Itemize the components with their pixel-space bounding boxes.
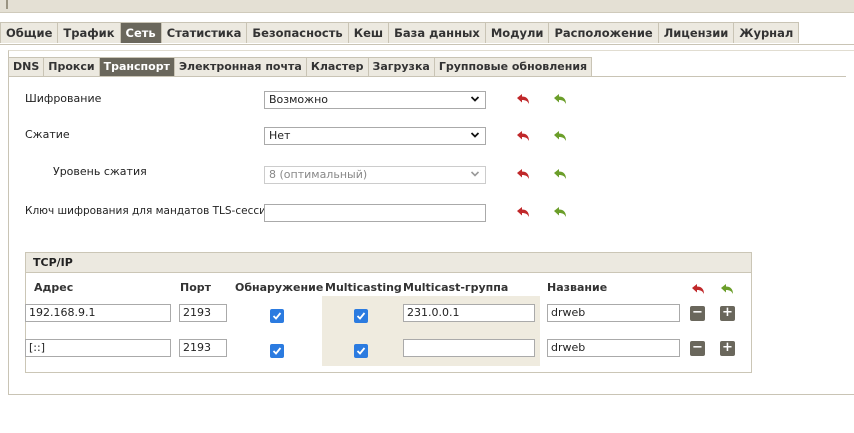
encryption-value: Возможно — [269, 93, 328, 106]
discovery-checkbox[interactable] — [270, 344, 284, 358]
sub-tab-bar: DNS Прокси Транспорт Электронная почта К… — [8, 57, 846, 77]
tab-statistics[interactable]: Статистика — [160, 22, 248, 43]
add-row-button[interactable]: + — [720, 306, 735, 321]
tls-key-input[interactable] — [264, 204, 486, 222]
compression-value: Нет — [269, 129, 291, 142]
compression-level-label: Уровень сжатия — [53, 165, 147, 178]
top-toolbar — [0, 0, 854, 13]
tab-log[interactable]: Журнал — [733, 22, 800, 43]
col-multicasting: Multicasting — [325, 281, 402, 294]
chevron-down-icon — [471, 132, 479, 138]
port-input[interactable]: 2193 — [179, 339, 227, 357]
tab-transport[interactable]: Транспорт — [98, 57, 175, 76]
tab-licenses[interactable]: Лицензии — [657, 22, 735, 43]
redo-arrow-icon[interactable] — [553, 168, 567, 180]
tab-database[interactable]: База данных — [388, 22, 486, 43]
undo-arrow-icon[interactable] — [691, 283, 705, 295]
undo-arrow-icon[interactable] — [516, 168, 530, 180]
address-input[interactable]: 192.168.9.1 — [25, 304, 171, 322]
compression-level-select[interactable]: 8 (оптимальный) — [264, 166, 486, 184]
compression-level-value: 8 (оптимальный) — [269, 168, 368, 181]
tab-proxy[interactable]: Прокси — [43, 57, 100, 76]
tab-group-updates[interactable]: Групповые обновления — [433, 57, 593, 76]
compression-select[interactable]: Нет — [264, 127, 486, 145]
tab-modules[interactable]: Модули — [484, 22, 550, 43]
check-icon — [356, 312, 366, 320]
undo-arrow-icon[interactable] — [516, 130, 530, 142]
tcp-ip-section: TCP/IP Адрес Порт Обнаружение Multicasti… — [25, 252, 752, 373]
address-input[interactable]: [::] — [25, 339, 171, 357]
col-name: Название — [547, 281, 608, 294]
name-input[interactable]: drweb — [547, 339, 680, 357]
multicasting-checkbox[interactable] — [354, 344, 368, 358]
tab-traffic[interactable]: Трафик — [57, 22, 121, 43]
col-multicast-group: Multicast-группа — [403, 281, 509, 294]
tab-network[interactable]: Сеть — [119, 22, 162, 43]
remove-row-button[interactable]: − — [690, 306, 705, 321]
multicast-group-input[interactable]: 231.0.0.1 — [403, 304, 535, 322]
check-icon — [272, 347, 282, 355]
chevron-down-icon — [471, 96, 479, 102]
toolbar-handle — [6, 0, 8, 9]
name-input[interactable]: drweb — [547, 304, 680, 322]
tab-location[interactable]: Расположение — [548, 22, 659, 43]
redo-arrow-icon[interactable] — [720, 283, 734, 295]
tcp-ip-title: TCP/IP — [26, 253, 751, 273]
encryption-label: Шифрование — [25, 92, 102, 105]
redo-arrow-icon[interactable] — [553, 130, 567, 142]
tab-download[interactable]: Загрузка — [367, 57, 435, 76]
encryption-select[interactable]: Возможно — [264, 91, 486, 109]
multicasting-checkbox[interactable] — [354, 309, 368, 323]
redo-arrow-icon[interactable] — [553, 206, 567, 218]
main-tab-bar: Общие Трафик Сеть Статистика Безопасност… — [0, 22, 854, 45]
discovery-checkbox[interactable] — [270, 309, 284, 323]
col-port: Порт — [180, 281, 212, 294]
compression-label: Сжатие — [25, 128, 70, 141]
multicast-group-input[interactable] — [403, 339, 535, 357]
redo-arrow-icon[interactable] — [553, 93, 567, 105]
tls-key-label: Ключ шифрования для мандатов TLS-сессии — [25, 205, 273, 217]
undo-arrow-icon[interactable] — [516, 206, 530, 218]
tab-cluster[interactable]: Кластер — [305, 57, 369, 76]
tab-security[interactable]: Безопасность — [246, 22, 349, 43]
port-input[interactable]: 2193 — [179, 304, 227, 322]
tab-cache[interactable]: Кеш — [347, 22, 390, 43]
tab-dns[interactable]: DNS — [8, 57, 45, 76]
tab-email[interactable]: Электронная почта — [173, 57, 307, 76]
col-address: Адрес — [34, 281, 74, 294]
check-icon — [272, 312, 282, 320]
remove-row-button[interactable]: − — [690, 341, 705, 356]
check-icon — [356, 347, 366, 355]
undo-arrow-icon[interactable] — [516, 93, 530, 105]
chevron-down-icon — [471, 171, 479, 177]
col-discovery: Обнаружение — [235, 281, 324, 294]
add-row-button[interactable]: + — [720, 341, 735, 356]
tab-general[interactable]: Общие — [0, 22, 59, 43]
